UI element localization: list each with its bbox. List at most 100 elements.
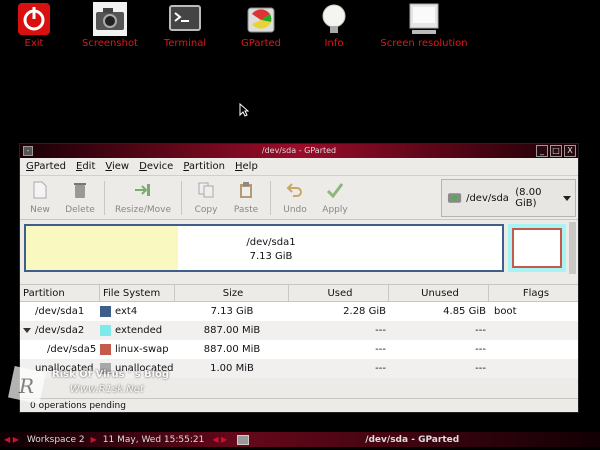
desktop-icon-screen-resolution[interactable]: Screen resolution (369, 2, 479, 49)
menu-view[interactable]: View (105, 161, 129, 172)
table-header: Partition File System Size Used Unused F… (20, 284, 578, 302)
toolbar-separator (104, 180, 105, 215)
svg-text:R: R (18, 374, 34, 398)
cell-flags (489, 321, 578, 340)
hard-disk-icon (447, 193, 462, 203)
taskbar: ◀ ▶ Workspace 2 ▶ 11 May, Wed 15:55:21 ◀… (0, 432, 600, 447)
resize-move-button[interactable]: Resize/Move (109, 181, 177, 215)
workspace-label[interactable]: Workspace 2 (23, 435, 89, 445)
expander-triangle-icon[interactable] (23, 327, 31, 333)
cell-partition: /dev/sda1 (35, 306, 85, 317)
delete-button-label: Delete (65, 204, 95, 215)
cell-size: 887.00 MiB (203, 325, 261, 336)
header-file-system[interactable]: File System (100, 285, 175, 301)
dropdown-arrow-icon (563, 195, 571, 201)
paste-button-label: Paste (233, 204, 259, 215)
delete-button[interactable]: Delete (60, 181, 100, 215)
task-window-icon[interactable] (237, 434, 250, 445)
toolbar-separator (181, 180, 182, 215)
partition-table: Partition File System Size Used Unused F… (20, 284, 578, 378)
terminal-icon (168, 2, 202, 36)
camera-icon (93, 2, 127, 36)
menubar: GParted Edit View Device Partition Help (20, 158, 578, 176)
cell-file-system: extended (100, 321, 175, 340)
partition-map-scrollbar[interactable] (569, 222, 576, 274)
copy-button-label: Copy (194, 204, 218, 215)
cell-unused: --- (475, 363, 486, 374)
window-title: /dev/sda - GParted (261, 146, 337, 155)
apply-button[interactable]: Apply (315, 181, 355, 215)
cell-flags (489, 340, 578, 359)
delete-icon (74, 182, 86, 198)
cell-used: 2.28 GiB (343, 306, 386, 317)
cell-file-system: linux-swap (100, 340, 175, 359)
copy-icon (198, 182, 214, 197)
mouse-pointer-icon (239, 103, 249, 117)
partition-block-extended[interactable] (508, 224, 566, 272)
cell-unused: --- (475, 325, 486, 336)
partition-used-space (26, 226, 179, 270)
cell-size: 887.00 MiB (203, 344, 261, 355)
cell-unused: --- (475, 344, 486, 355)
cell-flags: boot (494, 306, 517, 317)
minimize-button[interactable]: _ (536, 145, 548, 157)
new-document-icon (33, 181, 47, 198)
cell-used: --- (375, 363, 386, 374)
new-button[interactable]: New (20, 181, 60, 215)
cell-partition: /dev/sda2 (20, 321, 100, 340)
fs-color-swatch (100, 344, 111, 355)
partition-map: /dev/sda1 7.13 GiB (20, 220, 578, 278)
partition-block-sda1[interactable]: /dev/sda1 7.13 GiB (24, 224, 504, 272)
taskbar-task-title[interactable]: /dev/sda - GParted (365, 435, 459, 445)
paste-button[interactable]: Paste (226, 181, 266, 215)
watermark: R Risk Of Virus ' s Blog Www.R1sk.Net (8, 366, 208, 406)
copy-button[interactable]: Copy (186, 181, 226, 215)
table-row[interactable]: /dev/sda1 ext4 7.13 GiB 2.28 GiB 4.85 Gi… (20, 302, 578, 321)
cell-flags (489, 359, 578, 378)
clock: 11 May, Wed 15:55:21 (102, 434, 205, 445)
apply-button-label: Apply (322, 204, 348, 215)
resize-arrow-icon (135, 183, 150, 196)
fs-color-swatch (100, 306, 111, 317)
close-button[interactable]: X (564, 145, 576, 157)
window-menu-button[interactable]: - (23, 146, 33, 156)
info-icon (317, 2, 351, 36)
menu-device[interactable]: Device (139, 161, 173, 172)
cell-size: 7.13 GiB (210, 306, 254, 317)
header-flags[interactable]: Flags (489, 285, 578, 301)
undo-button[interactable]: Undo (275, 181, 315, 215)
menu-partition[interactable]: Partition (183, 161, 225, 172)
partition-block-swap[interactable] (512, 228, 562, 268)
header-size[interactable]: Size (175, 285, 289, 301)
watermark-title: Risk Of Virus ' s Blog (52, 369, 170, 380)
paste-icon (240, 181, 252, 198)
menu-edit[interactable]: Edit (76, 161, 95, 172)
taskbar-separator-icon: ▶ (90, 435, 97, 444)
cell-file-system: ext4 (100, 302, 175, 321)
new-button-label: New (30, 204, 50, 215)
header-unused[interactable]: Unused (389, 285, 489, 301)
desktop-icon-label: Screen resolution (380, 38, 468, 49)
resize-move-button-label: Resize/Move (114, 204, 171, 215)
cell-used: --- (375, 344, 386, 355)
menu-gparted[interactable]: GParted (26, 161, 66, 172)
header-used[interactable]: Used (289, 285, 389, 301)
taskbar-arrows[interactable]: ◀ ▶ (208, 435, 231, 444)
header-partition[interactable]: Partition (20, 285, 100, 301)
device-name: /dev/sda (466, 192, 509, 204)
cell-used: --- (375, 325, 386, 336)
partition-block-size: 7.13 GiB (249, 251, 293, 262)
device-selector[interactable]: /dev/sda (8.00 GiB) (441, 179, 576, 217)
gparted-icon (244, 2, 278, 36)
checkmark-icon (326, 182, 344, 198)
partition-block-name: /dev/sda1 (246, 237, 296, 248)
table-row[interactable]: /dev/sda5 linux-swap 887.00 MiB --- --- (20, 340, 578, 359)
monitor-icon (407, 2, 441, 36)
workspace-arrows[interactable]: ◀ ▶ (0, 435, 23, 444)
device-size: (8.00 GiB) (515, 187, 542, 209)
menu-help[interactable]: Help (235, 161, 258, 172)
table-row[interactable]: /dev/sda2 extended 887.00 MiB --- --- (20, 321, 578, 340)
toolbar: New Delete Resize/Move Copy Paste Undo A… (20, 176, 578, 220)
maximize-button[interactable]: □ (550, 145, 562, 157)
window-titlebar[interactable]: - /dev/sda - GParted _ □ X (20, 144, 578, 158)
